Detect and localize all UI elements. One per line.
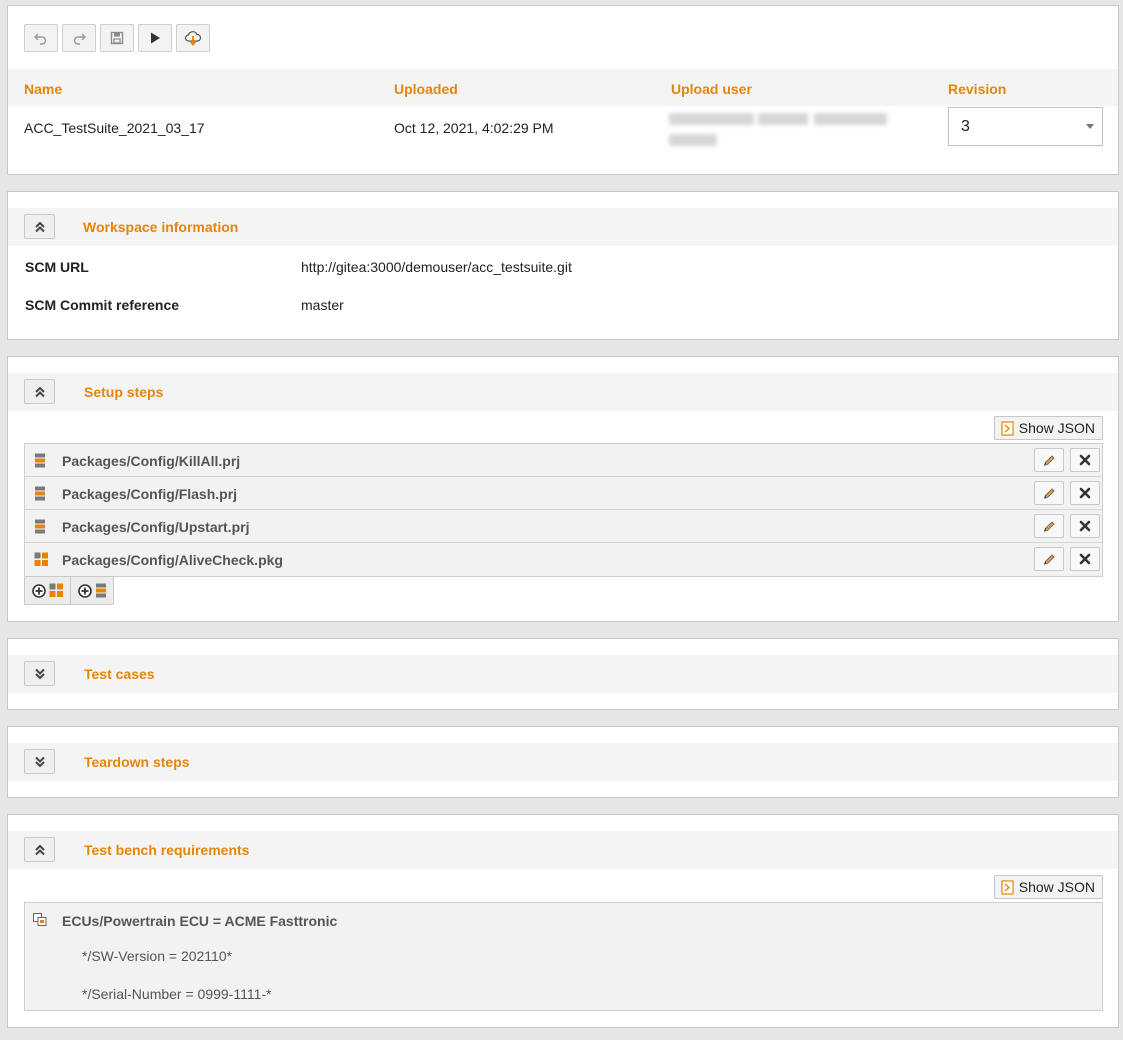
save-button[interactable] [100,24,134,52]
pencil-icon [1043,454,1055,466]
collapse-workspace-button[interactable] [24,214,55,239]
teardown-steps-panel: Teardown steps [7,726,1119,798]
add-package-button[interactable] [25,577,70,604]
requirement-attribute: */SW-Version = 202110* [82,948,233,964]
requirements-show-json-label: Show JSON [1018,879,1095,895]
package-icon [34,552,48,566]
close-icon [1079,553,1091,565]
add-project-button[interactable] [70,577,113,604]
scm-url-value: http://gitea:3000/demouser/acc_testsuite… [301,259,572,275]
requirement-attribute: */Serial-Number = 0999-1111-* [82,986,272,1002]
workspace-panel: Workspace information SCM URL http://git… [7,191,1119,340]
pencil-icon [1043,520,1055,532]
double-chevron-down-icon [34,668,45,679]
setup-step-row[interactable]: Packages/Config/KillAll.prj [25,444,1102,477]
col-uploaded-header: Uploaded [394,81,458,97]
teardown-steps-title: Teardown steps [84,754,190,770]
delete-step-button[interactable] [1070,547,1100,571]
download-button[interactable] [176,24,210,52]
json-file-icon [1001,879,1014,895]
test-cases-panel: Test cases [7,638,1119,710]
setup-steps-title: Setup steps [84,384,164,400]
setup-step-list: Packages/Config/KillAll.prj Packages/Con… [24,443,1103,577]
uploaded-date: Oct 12, 2021, 4:02:29 PM [394,120,554,136]
close-icon [1079,454,1091,466]
scm-url-label: SCM URL [25,259,89,275]
requirements-title: Test bench requirements [84,842,250,858]
commit-reference-label: SCM Commit reference [25,297,180,313]
col-upload-user-header: Upload user [671,81,752,97]
setup-step-label: Packages/Config/AliveCheck.pkg [62,552,283,568]
requirements-show-json-button[interactable]: Show JSON [993,875,1103,899]
edit-step-button[interactable] [1034,481,1064,505]
json-file-icon [1001,420,1014,436]
double-chevron-up-icon [34,221,45,232]
commit-reference-value: master [301,297,344,313]
redo-icon [73,33,86,45]
chevron-down-icon [1086,124,1094,129]
redo-button[interactable] [62,24,96,52]
setup-steps-panel: Setup steps Show JSON Packages/Config/Ki… [7,356,1119,622]
expand-teardown-button[interactable] [24,749,55,774]
edit-step-button[interactable] [1034,448,1064,472]
revision-select[interactable]: 3 [948,107,1103,146]
double-chevron-down-icon [34,756,45,767]
pencil-icon [1043,487,1055,499]
double-chevron-up-icon [34,844,45,855]
ecu-icon [33,913,47,926]
workspace-title: Workspace information [83,219,239,235]
save-icon [110,31,124,45]
setup-step-label: Packages/Config/KillAll.prj [62,453,241,469]
undo-icon [34,33,47,45]
col-name-header: Name [24,81,63,97]
edit-step-button[interactable] [1034,547,1064,571]
delete-step-button[interactable] [1070,514,1100,538]
edit-step-button[interactable] [1034,514,1064,538]
project-icon [35,486,45,501]
setup-step-row[interactable]: Packages/Config/AliveCheck.pkg [25,543,1102,576]
test-cases-title: Test cases [84,666,155,682]
package-icon [49,583,63,597]
setup-show-json-button[interactable]: Show JSON [993,416,1103,440]
delete-step-button[interactable] [1070,481,1100,505]
project-icon [96,583,106,598]
requirement-label: ECUs/Powertrain ECU = ACME Fasttronic [62,913,338,929]
setup-step-row[interactable]: Packages/Config/Flash.prj [25,477,1102,510]
setup-show-json-label: Show JSON [1018,420,1095,436]
run-button[interactable] [138,24,172,52]
project-icon [35,519,45,534]
col-revision-header: Revision [948,81,1007,97]
suite-name: ACC_TestSuite_2021_03_17 [24,120,205,136]
project-icon [35,453,45,468]
delete-step-button[interactable] [1070,448,1100,472]
pencil-icon [1043,553,1055,565]
expand-test-cases-button[interactable] [24,661,55,686]
suite-header-panel: Name Uploaded Upload user Revision ACC_T… [7,5,1119,175]
plus-circle-icon [32,583,46,598]
setup-step-row[interactable]: Packages/Config/Upstart.prj [25,510,1102,543]
collapse-requirements-button[interactable] [24,837,55,862]
add-step-button-group [24,576,114,605]
setup-step-label: Packages/Config/Upstart.prj [62,519,250,535]
revision-value: 3 [961,118,970,135]
undo-button[interactable] [24,24,58,52]
requirement-item[interactable]: ECUs/Powertrain ECU = ACME Fasttronic */… [24,902,1103,1011]
collapse-setup-button[interactable] [24,379,55,404]
setup-step-label: Packages/Config/Flash.prj [62,486,238,502]
plus-circle-icon [78,583,92,598]
play-icon [151,32,160,44]
close-icon [1079,487,1091,499]
cloud-download-icon [184,31,202,46]
test-bench-requirements-panel: Test bench requirements Show JSON ECUs/P… [7,814,1119,1028]
close-icon [1079,520,1091,532]
double-chevron-up-icon [34,386,45,397]
